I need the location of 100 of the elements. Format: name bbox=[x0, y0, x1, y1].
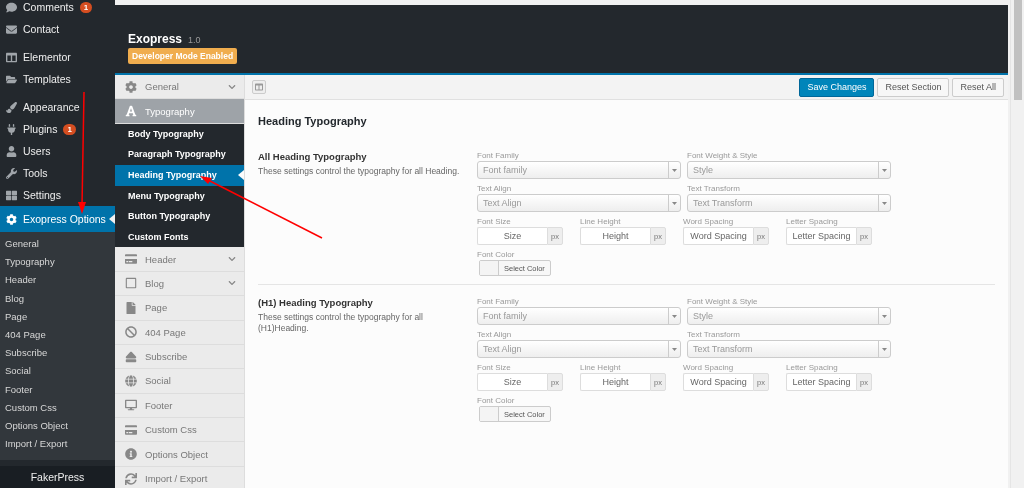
submenu-item[interactable]: Social bbox=[0, 362, 115, 381]
panel-title: Exopress bbox=[128, 32, 183, 46]
input-field[interactable]: Letter Spacing bbox=[786, 227, 856, 245]
field-label: Word Spacing bbox=[683, 363, 735, 372]
field-label: Letter Spacing bbox=[786, 217, 839, 226]
nav-subitem[interactable]: Button Typography bbox=[115, 206, 244, 227]
user-icon bbox=[6, 145, 17, 157]
ban-icon bbox=[125, 326, 137, 339]
submenu-item[interactable]: Blog bbox=[0, 289, 115, 308]
menu-item[interactable]: Plugins 1 bbox=[0, 118, 115, 140]
card-icon bbox=[125, 253, 137, 266]
menu-item[interactable]: Elementor bbox=[0, 46, 115, 68]
menu-item[interactable]: FakerPress bbox=[0, 466, 115, 488]
field-label: Font Family bbox=[477, 151, 520, 160]
submenu-item[interactable]: Header bbox=[0, 271, 115, 290]
nav-item[interactable]: Header bbox=[115, 247, 244, 272]
field-label: Font Color bbox=[477, 250, 516, 259]
input-field[interactable]: Size bbox=[477, 227, 547, 245]
action-button[interactable]: Save Changes bbox=[799, 77, 875, 97]
nav-item[interactable]: Page bbox=[115, 296, 244, 321]
nav-subitem[interactable]: Body Typography bbox=[115, 123, 244, 145]
field-label: Word Spacing bbox=[683, 217, 735, 226]
input-field[interactable]: Height bbox=[580, 227, 650, 245]
page-icon bbox=[125, 301, 137, 314]
input-field[interactable]: Letter Spacing bbox=[786, 373, 856, 391]
nav-subitem[interactable]: Heading Typography bbox=[115, 164, 244, 186]
nav-item[interactable]: Subscribe bbox=[115, 344, 244, 370]
submenu-item[interactable]: Footer bbox=[0, 380, 115, 399]
folder-icon bbox=[6, 73, 17, 85]
globe-icon bbox=[125, 375, 137, 387]
caret-icon bbox=[882, 347, 887, 351]
field-label: Text Transform bbox=[687, 184, 741, 193]
plug-icon bbox=[6, 123, 17, 135]
menu-item[interactable]: Appearance bbox=[0, 96, 115, 118]
caret-icon bbox=[882, 168, 887, 172]
nav-item[interactable]: Footer bbox=[115, 393, 244, 419]
sync-icon bbox=[125, 472, 137, 485]
nav-item[interactable]: Import / Export bbox=[115, 466, 244, 488]
submenu-item[interactable]: Page bbox=[0, 307, 115, 326]
section-description: These settings control the typography for all (H1)Heading. bbox=[258, 312, 424, 335]
font-icon bbox=[125, 105, 137, 118]
version-label: 1.0 bbox=[188, 35, 201, 45]
action-button[interactable]: Reset Section bbox=[877, 77, 950, 97]
nav-item[interactable]: Custom Css bbox=[115, 418, 244, 443]
section-title: All Heading Typography bbox=[258, 151, 368, 162]
field-label: Font Weight & Style bbox=[687, 151, 759, 160]
field-label: Line Height bbox=[580, 363, 622, 372]
nav-item[interactable]: Blog bbox=[115, 271, 244, 297]
layout-icon bbox=[6, 51, 17, 63]
status-badge: Developer Mode Enabled bbox=[128, 48, 238, 64]
field-label: Letter Spacing bbox=[786, 363, 839, 372]
field-label: Text Transform bbox=[687, 330, 741, 339]
menu-item[interactable]: Users bbox=[0, 140, 115, 162]
menu-item[interactable]: Exopress Options bbox=[0, 206, 115, 232]
field-label: Text Align bbox=[477, 330, 513, 339]
caret-icon bbox=[882, 314, 887, 318]
input-field[interactable]: Size bbox=[477, 373, 547, 391]
menu-item[interactable]: Tools bbox=[0, 162, 115, 184]
submenu-item[interactable]: 404 Page bbox=[0, 325, 115, 345]
menu-item[interactable]: Contact bbox=[0, 18, 115, 40]
nav-subitem[interactable]: Paragraph Typography bbox=[115, 144, 244, 165]
field-label: Font Color bbox=[477, 396, 516, 405]
section-description: These settings control the typography for all Heading. bbox=[258, 166, 461, 178]
envelope-icon bbox=[6, 23, 17, 35]
field-label: Font Weight & Style bbox=[687, 297, 759, 306]
info-icon bbox=[125, 448, 137, 461]
field-label: Line Height bbox=[580, 217, 622, 226]
comment-icon bbox=[6, 1, 17, 13]
expand-icon[interactable] bbox=[252, 80, 266, 94]
menu-item[interactable]: Comments 1 bbox=[0, 0, 115, 18]
nav-item[interactable]: Options Object bbox=[115, 442, 244, 467]
grid-icon bbox=[6, 189, 17, 201]
gear-icon bbox=[6, 213, 17, 225]
nav-item[interactable]: 404 Page bbox=[115, 320, 244, 345]
wrench-icon bbox=[6, 167, 17, 179]
submenu-item[interactable]: Subscribe bbox=[0, 344, 115, 363]
nav-subitem[interactable]: Menu Typography bbox=[115, 185, 244, 207]
monitor-icon bbox=[125, 399, 137, 412]
submenu-item[interactable]: General bbox=[0, 235, 115, 254]
field-label: Text Align bbox=[477, 184, 513, 193]
input-field[interactable]: Word Spacing bbox=[683, 227, 753, 245]
submenu-item[interactable]: Options Object bbox=[0, 416, 115, 436]
input-field[interactable]: Word Spacing bbox=[683, 373, 753, 391]
submenu-item[interactable]: Import / Export bbox=[0, 435, 115, 454]
menu-item[interactable]: Settings bbox=[0, 184, 115, 206]
action-button[interactable]: Reset All bbox=[952, 77, 1004, 97]
menu-item[interactable]: Templates bbox=[0, 68, 115, 90]
field-label: Font Family bbox=[477, 297, 520, 306]
submenu-item[interactable]: Typography bbox=[0, 253, 115, 272]
field-label: Font Size bbox=[477, 217, 512, 226]
nav-subitem[interactable]: Custom Fonts bbox=[115, 226, 244, 248]
input-field[interactable]: Height bbox=[580, 373, 650, 391]
submenu-item[interactable]: Custom Css bbox=[0, 398, 115, 417]
caret-icon bbox=[672, 201, 677, 205]
count-badge: 1 bbox=[63, 123, 76, 135]
nav-item[interactable]: Social bbox=[115, 369, 244, 394]
gear-icon bbox=[125, 80, 137, 93]
caret-icon bbox=[882, 201, 887, 205]
scrollbar-thumb[interactable] bbox=[1013, 0, 1022, 100]
count-badge: 1 bbox=[79, 1, 93, 13]
